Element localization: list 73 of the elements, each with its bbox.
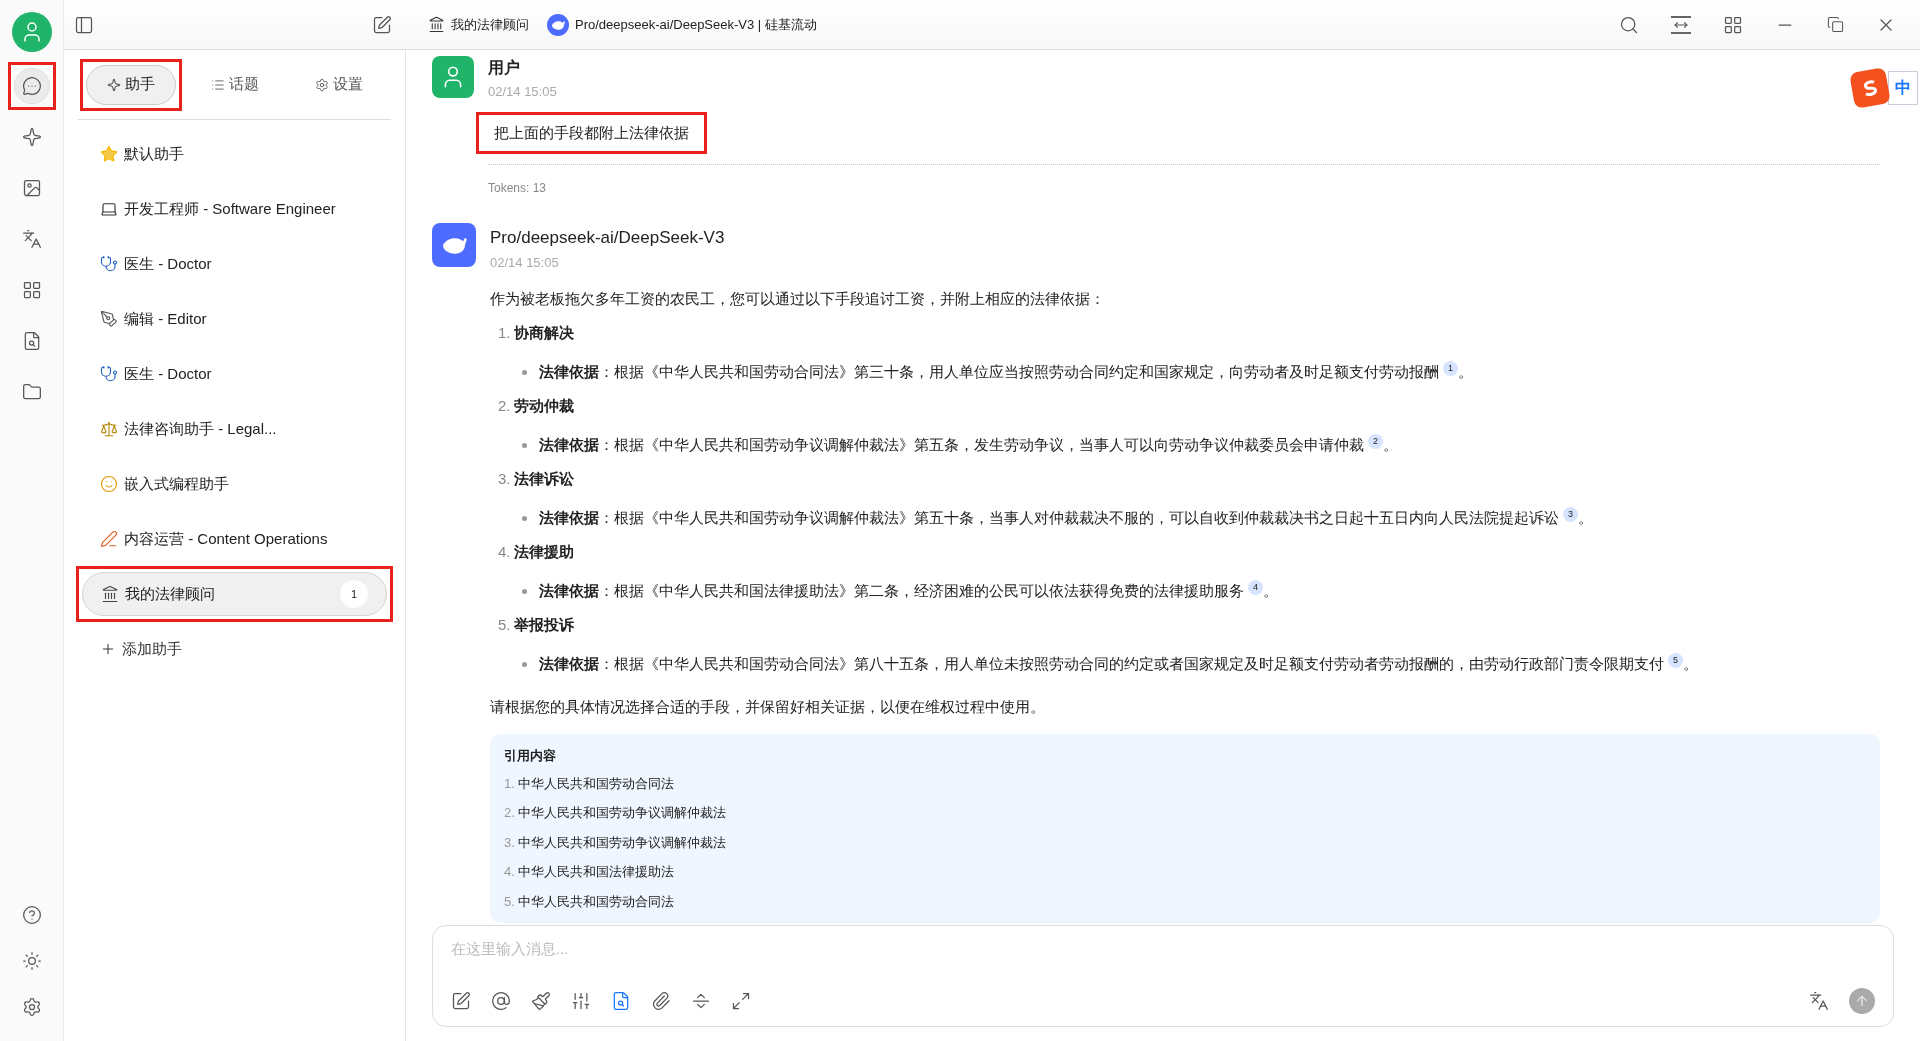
assistant-item[interactable]: 默认助手 xyxy=(82,132,387,176)
step-title: 协商解决 xyxy=(513,322,574,343)
assistant-item[interactable]: 嵌入式编程助手 xyxy=(82,462,387,506)
assistant-title: 我的法律顾问 xyxy=(451,15,529,34)
list-number: 2. xyxy=(504,804,515,822)
assistant-item[interactable]: 编辑 - Editor xyxy=(82,297,387,341)
assistant-item[interactable]: 医生 - Doctor xyxy=(82,242,387,286)
citation-marker[interactable]: 5 xyxy=(1668,652,1683,668)
add-assistant-button[interactable]: 添加助手 xyxy=(76,627,393,671)
assistant-item[interactable]: 内容运营 - Content Operations xyxy=(82,517,387,561)
list-number: 2. xyxy=(498,395,511,416)
list-number: 4. xyxy=(498,541,511,562)
assistant-name: 法律咨询助手 - Legal... xyxy=(124,418,277,439)
assistant-name: 我的法律顾问 xyxy=(125,583,215,604)
author-name: 用户 xyxy=(488,58,521,78)
token-count: Tokens: 13 xyxy=(488,180,548,197)
list-number: 5. xyxy=(498,614,511,635)
assistant-item[interactable]: 医生 - Doctor xyxy=(82,352,387,396)
assistant-name: 编辑 - Editor xyxy=(124,308,207,329)
assistant-name: 嵌入式编程助手 xyxy=(124,473,229,494)
message-input[interactable]: 在这里输入消息... xyxy=(451,938,1875,961)
reply-paragraph: 作为被老板拖欠多年工资的农民工，您可以通过以下手段追讨工资，并附上相应的法律依据： xyxy=(490,289,1106,309)
message-text: 把上面的手段都附上法律依据 xyxy=(493,122,690,143)
citation-marker[interactable]: 4 xyxy=(1248,579,1263,595)
assistant-name: 医生 - Doctor xyxy=(124,253,212,274)
model-title: Pro/deepseek-ai/DeepSeek-V3 | 硅基流动 xyxy=(575,15,817,34)
list-number: 5. xyxy=(504,892,515,911)
list-number: 1. xyxy=(504,774,515,793)
assistant-item[interactable]: 开发工程师 - Software Engineer xyxy=(82,187,387,231)
legal-basis-text: 法律依据：根据《中华人民共和国劳动合同法》第三十条，用人单位应当按照劳动合同约定和国家规定，向劳动者及时足额支付劳动报酬 xyxy=(539,362,1439,382)
assistant-name: 默认助手 xyxy=(124,143,184,164)
step-title: 劳动仲裁 xyxy=(513,395,574,416)
citation-item[interactable]: 中华人民共和国劳动争议调解仲裁法 xyxy=(517,832,726,852)
author-name: Pro/deepseek-ai/DeepSeek-V3 xyxy=(490,227,726,249)
legal-basis-text: 法律依据：根据《中华人民共和国劳动争议调解仲裁法》第五条，发生劳动争议，当事人可以向劳动争议仲裁委员会申请仲裁 xyxy=(539,435,1364,455)
message-time: 02/14 15:05 xyxy=(490,253,560,272)
assistant-item[interactable]: 我的法律顾问 1 xyxy=(82,572,387,616)
citation-title: 引用内容 xyxy=(504,747,557,765)
citation-item[interactable]: 中华人民共和国劳动争议调解仲裁法 xyxy=(517,803,726,823)
assistant-name: 医生 - Doctor xyxy=(124,363,212,384)
list-number: 3. xyxy=(504,833,515,852)
step-title: 法律诉讼 xyxy=(513,468,574,489)
step-title: 举报投诉 xyxy=(513,614,574,635)
tab[interactable]: 话题 xyxy=(191,64,280,105)
period: 。 xyxy=(1458,362,1473,382)
reply-paragraph: 请根据您的具体情况选择合适的手段，并保留好相关证据，以便在维权过程中使用。 xyxy=(490,696,1046,717)
assistant-item[interactable]: 法律咨询助手 - Legal... xyxy=(82,407,387,451)
period: 。 xyxy=(1383,435,1398,455)
assistant-name: 内容运营 - Content Operations xyxy=(124,528,328,549)
list-number: 4. xyxy=(504,863,515,881)
citation-item[interactable]: 中华人民共和国劳动合同法 xyxy=(517,891,674,911)
citation-item[interactable]: 中华人民共和国法律援助法 xyxy=(517,862,674,882)
legal-basis-text: 法律依据：根据《中华人民共和国劳动争议调解仲裁法》第五十条，当事人对仲裁裁决不服的，可以自收到仲裁裁决书之日起十五日内向人民法院提起诉讼 xyxy=(539,508,1559,528)
period: 。 xyxy=(1263,581,1278,601)
assistant-name: 开发工程师 - Software Engineer xyxy=(124,198,336,219)
tab[interactable]: 设置 xyxy=(295,64,384,105)
period: 。 xyxy=(1578,508,1593,528)
citation-item[interactable]: 中华人民共和国劳动合同法 xyxy=(517,773,674,793)
citation-marker[interactable]: 2 xyxy=(1368,433,1383,449)
count-badge: 1 xyxy=(340,580,368,608)
period: 。 xyxy=(1683,654,1698,674)
list-number: 1. xyxy=(498,322,511,343)
message-time: 02/14 15:05 xyxy=(488,83,558,101)
legal-basis-text: 法律依据：根据《中华人民共和国法律援助法》第二条，经济困难的公民可以依法获得免费的法律援助服务 xyxy=(539,581,1244,601)
step-title: 法律援助 xyxy=(513,541,574,562)
ime-badge[interactable]: 中 xyxy=(1852,70,1918,106)
ime-mode: 中 xyxy=(1888,71,1918,105)
message-composer[interactable]: 在这里输入消息... xyxy=(432,925,1894,1027)
citation-marker[interactable]: 3 xyxy=(1563,506,1578,522)
list-number: 3. xyxy=(498,468,511,489)
tab[interactable]: 助手 xyxy=(85,64,176,105)
legal-basis-text: 法律依据：根据《中华人民共和国劳动合同法》第八十五条，用人单位未按照劳动合同的约定或者国家规定及时足额支付劳动者劳动报酬的，由劳动行政部门责令限期支付 xyxy=(539,654,1664,674)
citation-marker[interactable]: 1 xyxy=(1443,360,1458,376)
